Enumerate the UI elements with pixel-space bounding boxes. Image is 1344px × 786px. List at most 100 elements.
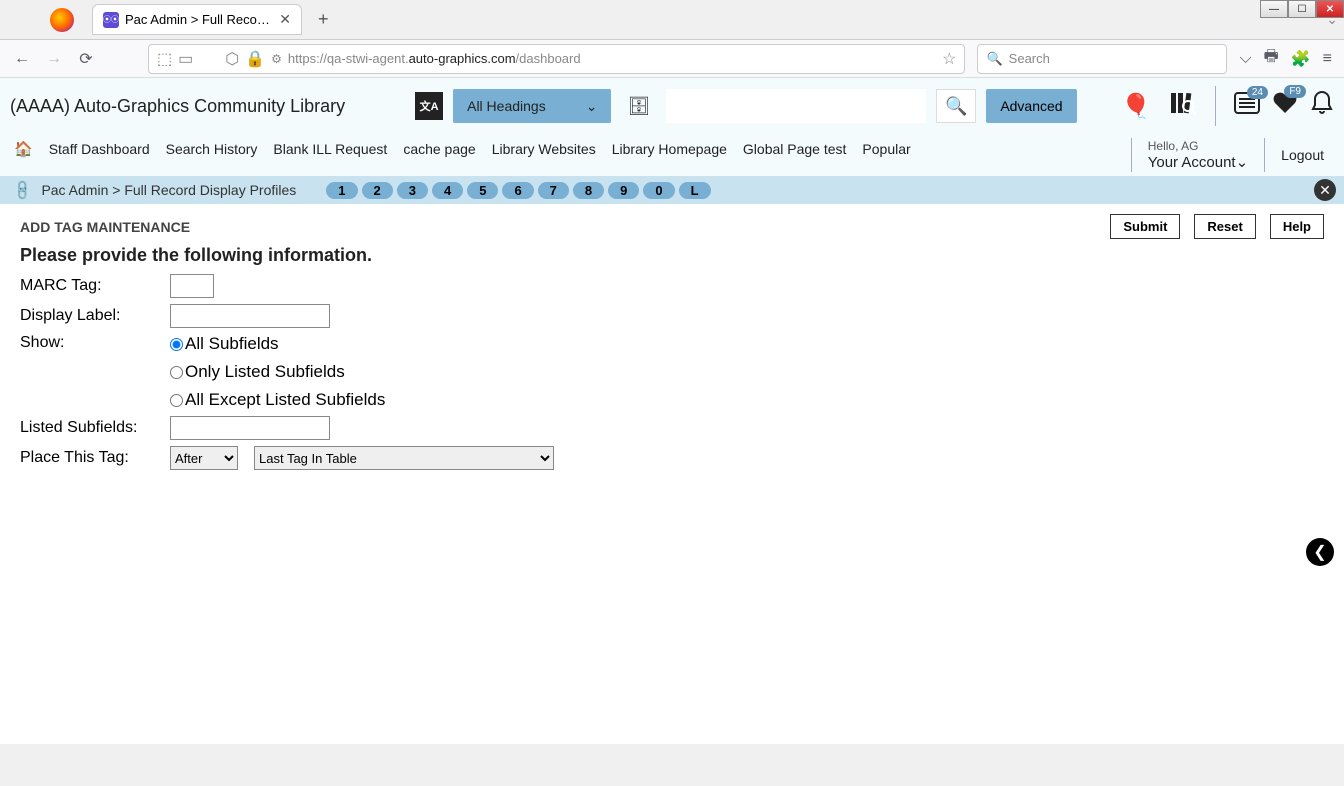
nav-library-homepage[interactable]: Library Homepage <box>612 141 727 157</box>
browser-toolbar: ← → ⟳ ⬚ ▭ ⬡ 🔒 ⚙ https://qa-stwi-agent.au… <box>0 40 1344 78</box>
window-close[interactable]: ✕ <box>1316 0 1344 18</box>
bookmark-outline-icon[interactable]: ⬚ <box>157 49 172 69</box>
nav-global-page-test[interactable]: Global Page test <box>743 141 847 157</box>
nav-library-websites[interactable]: Library Websites <box>492 141 596 157</box>
tab-close-icon[interactable]: ✕ <box>279 11 291 28</box>
pill-2[interactable]: 2 <box>362 182 393 199</box>
form-title: ADD TAG MAINTENANCE <box>20 219 190 235</box>
books-search-icon[interactable] <box>1169 89 1197 124</box>
form-subtitle: Please provide the following information… <box>20 245 1324 266</box>
marc-tag-input[interactable] <box>170 274 214 298</box>
account-block[interactable]: Hello, AG Your Account⌄ <box>1148 139 1248 171</box>
pocket-icon[interactable]: ⌵ <box>1239 50 1251 68</box>
nav-blank-ill[interactable]: Blank ILL Request <box>273 141 387 157</box>
home-icon[interactable]: 🏠 <box>14 140 33 158</box>
new-tab-button[interactable]: + <box>310 9 337 30</box>
url-bar[interactable]: ⬚ ▭ ⬡ 🔒 ⚙ https://qa-stwi-agent.auto-gra… <box>148 44 965 74</box>
divider <box>1131 138 1132 172</box>
print-icon[interactable]: 🖶 <box>1264 45 1279 72</box>
headings-dropdown[interactable]: All Headings ⌄ <box>453 89 611 123</box>
app-header: (AAAA) Auto-Graphics Community Library 文… <box>0 78 1344 134</box>
main-search-input[interactable] <box>666 89 926 123</box>
bell-icon[interactable] <box>1310 90 1334 123</box>
star-icon[interactable]: ☆ <box>942 49 956 69</box>
lists-button[interactable]: 24 <box>1234 92 1260 121</box>
nav-staff-dashboard[interactable]: Staff Dashboard <box>49 141 150 157</box>
tab-favicon-icon: ⦿⦿ <box>103 12 119 28</box>
link-icon: 🔗 <box>11 178 35 202</box>
heart-icon <box>1272 94 1298 121</box>
reset-button[interactable]: Reset <box>1194 214 1255 239</box>
url-text: https://qa-stwi-agent.auto-graphics.com/… <box>288 51 936 66</box>
reload-button[interactable]: ⟳ <box>76 49 96 69</box>
window-maximize[interactable]: ☐ <box>1288 0 1316 18</box>
place-target-select[interactable]: Last Tag In Table <box>254 446 554 470</box>
radio-all-except[interactable]: All Except Listed Subfields <box>170 390 385 410</box>
divider <box>1215 86 1216 126</box>
search-placeholder: Search <box>1009 51 1050 66</box>
label-show: Show: <box>20 334 170 352</box>
container-icon[interactable]: ▭ <box>178 49 193 69</box>
radio-all-subfields[interactable]: All Subfields <box>170 334 385 354</box>
account-link[interactable]: Your Account⌄ <box>1148 153 1248 171</box>
place-position-select[interactable]: After <box>170 446 238 470</box>
breadcrumb[interactable]: Pac Admin > Full Record Display Profiles <box>41 182 296 198</box>
label-display-label: Display Label: <box>20 307 170 325</box>
nav-popular[interactable]: Popular <box>862 141 910 157</box>
firefox-logo-icon <box>50 8 74 32</box>
shield-icon[interactable]: ⬡ <box>225 49 239 69</box>
permissions-icon[interactable]: ⚙ <box>271 52 282 66</box>
nav-search-history[interactable]: Search History <box>166 141 258 157</box>
chevron-down-icon: ⌄ <box>1236 154 1249 171</box>
language-icon[interactable]: 文A <box>415 92 443 120</box>
pill-l[interactable]: L <box>679 182 711 199</box>
label-listed-subfields: Listed Subfields: <box>20 419 170 437</box>
lock-icon[interactable]: 🔒 <box>245 49 265 69</box>
radio-only-listed[interactable]: Only Listed Subfields <box>170 362 385 382</box>
browser-search[interactable]: 🔍 Search <box>977 44 1227 74</box>
collapse-panel-icon[interactable]: ❮ <box>1306 538 1334 566</box>
profile-pills: 1 2 3 4 5 6 7 8 9 0 L <box>326 182 710 199</box>
pill-1[interactable]: 1 <box>326 182 357 199</box>
pill-9[interactable]: 9 <box>608 182 639 199</box>
advanced-search-button[interactable]: Advanced <box>986 89 1076 123</box>
chevron-down-icon: ⌄ <box>586 98 598 115</box>
back-button[interactable]: ← <box>12 49 32 69</box>
logout-link[interactable]: Logout <box>1281 147 1324 163</box>
account-greeting: Hello, AG <box>1148 139 1248 153</box>
listed-subfields-input[interactable] <box>170 416 330 440</box>
close-panel-icon[interactable]: ✕ <box>1314 179 1336 201</box>
balloon-icon[interactable]: 🎈 <box>1121 92 1151 121</box>
form-area: ADD TAG MAINTENANCE Submit Reset Help Pl… <box>0 204 1344 744</box>
pill-7[interactable]: 7 <box>538 182 569 199</box>
search-icon: 🔍 <box>986 51 1002 67</box>
pill-5[interactable]: 5 <box>467 182 498 199</box>
browser-tab[interactable]: ⦿⦿ Pac Admin > Full Record Displa ✕ <box>92 4 302 35</box>
display-label-input[interactable] <box>170 304 330 328</box>
browser-tab-bar: ⦿⦿ Pac Admin > Full Record Displa ✕ + ⌄ <box>0 0 1344 40</box>
label-marc-tag: MARC Tag: <box>20 277 170 295</box>
database-icon[interactable]: 🗄 <box>621 96 656 117</box>
pill-8[interactable]: 8 <box>573 182 604 199</box>
breadcrumb-row: 🔗 Pac Admin > Full Record Display Profil… <box>0 176 1344 204</box>
favorites-button[interactable]: F9 <box>1272 91 1298 122</box>
lists-badge: 24 <box>1247 86 1268 99</box>
submit-button[interactable]: Submit <box>1110 214 1180 239</box>
tab-title: Pac Admin > Full Record Displa <box>125 12 273 27</box>
help-button[interactable]: Help <box>1270 214 1324 239</box>
pill-4[interactable]: 4 <box>432 182 463 199</box>
window-minimize[interactable]: — <box>1260 0 1288 18</box>
pill-3[interactable]: 3 <box>397 182 428 199</box>
divider <box>1264 138 1265 172</box>
headings-label: All Headings <box>467 98 546 114</box>
search-button[interactable]: 🔍 <box>936 89 976 123</box>
pill-0[interactable]: 0 <box>643 182 674 199</box>
favorites-badge: F9 <box>1284 85 1306 98</box>
nav-cache-page[interactable]: cache page <box>403 141 475 157</box>
menu-icon[interactable]: ≡ <box>1323 50 1332 68</box>
nav-row: 🏠 Staff Dashboard Search History Blank I… <box>0 134 1111 168</box>
forward-button: → <box>44 49 64 69</box>
extensions-icon[interactable]: 🧩 <box>1291 49 1311 69</box>
label-place-tag: Place This Tag: <box>20 449 170 467</box>
pill-6[interactable]: 6 <box>502 182 533 199</box>
